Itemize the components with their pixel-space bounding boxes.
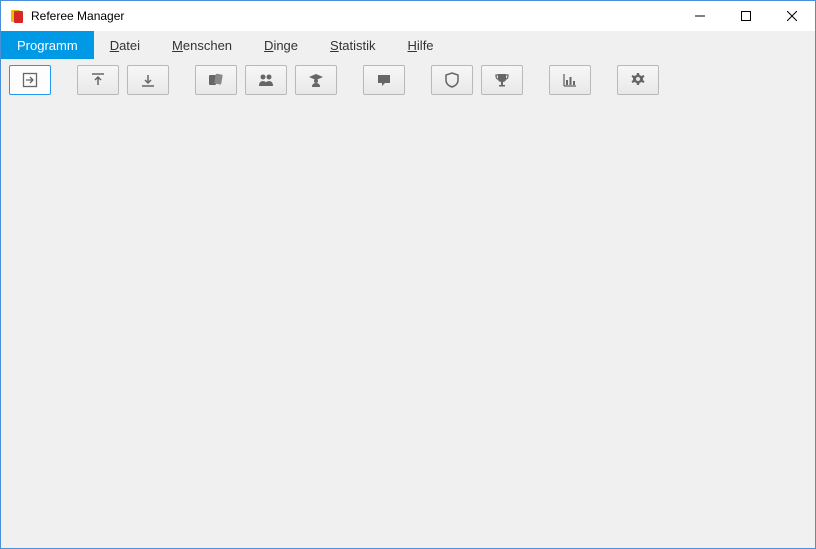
app-icon [9, 8, 25, 24]
menu-hilfe[interactable]: Hilfe [392, 31, 450, 59]
message-icon [376, 72, 392, 88]
statistics-button[interactable] [549, 65, 591, 95]
toolbar [1, 59, 815, 106]
people-button[interactable] [245, 65, 287, 95]
menu-dinge[interactable]: Dinge [248, 31, 314, 59]
upload-icon [90, 72, 106, 88]
trophy-button[interactable] [481, 65, 523, 95]
close-button[interactable] [769, 1, 815, 31]
referee-cards-icon [207, 72, 225, 88]
minimize-icon [695, 11, 705, 21]
trainee-button[interactable] [295, 65, 337, 95]
menu-programm[interactable]: Programm [1, 31, 94, 59]
menubar: ProgrammDateiMenschenDingeStatistikHilfe [1, 31, 815, 59]
download-icon [140, 72, 156, 88]
menu-statistik[interactable]: Statistik [314, 31, 392, 59]
toolbar-separator [413, 80, 423, 81]
message-button[interactable] [363, 65, 405, 95]
gear-icon [630, 72, 646, 88]
upload-button[interactable] [77, 65, 119, 95]
trophy-icon [494, 72, 510, 88]
exit-button[interactable] [9, 65, 51, 95]
toolbar-separator [531, 80, 541, 81]
minimize-button[interactable] [677, 1, 723, 31]
shield-icon [444, 72, 460, 88]
chart-icon [562, 72, 578, 88]
trainee-icon [307, 72, 325, 88]
window-controls [677, 1, 815, 31]
menu-datei[interactable]: Datei [94, 31, 156, 59]
toolbar-separator [599, 80, 609, 81]
maximize-icon [741, 11, 751, 21]
menu-menschen[interactable]: Menschen [156, 31, 248, 59]
toolbar-separator [177, 80, 187, 81]
shield-button[interactable] [431, 65, 473, 95]
titlebar: Referee Manager [1, 1, 815, 31]
maximize-button[interactable] [723, 1, 769, 31]
people-icon [257, 72, 275, 88]
close-icon [787, 11, 797, 21]
toolbar-separator [345, 80, 355, 81]
content-area [1, 106, 815, 548]
download-button[interactable] [127, 65, 169, 95]
settings-button[interactable] [617, 65, 659, 95]
app-window: Referee Manager ProgrammDateiMenschenDin… [0, 0, 816, 549]
window-title: Referee Manager [31, 9, 677, 23]
toolbar-separator [59, 80, 69, 81]
exit-icon [22, 72, 38, 88]
referees-button[interactable] [195, 65, 237, 95]
